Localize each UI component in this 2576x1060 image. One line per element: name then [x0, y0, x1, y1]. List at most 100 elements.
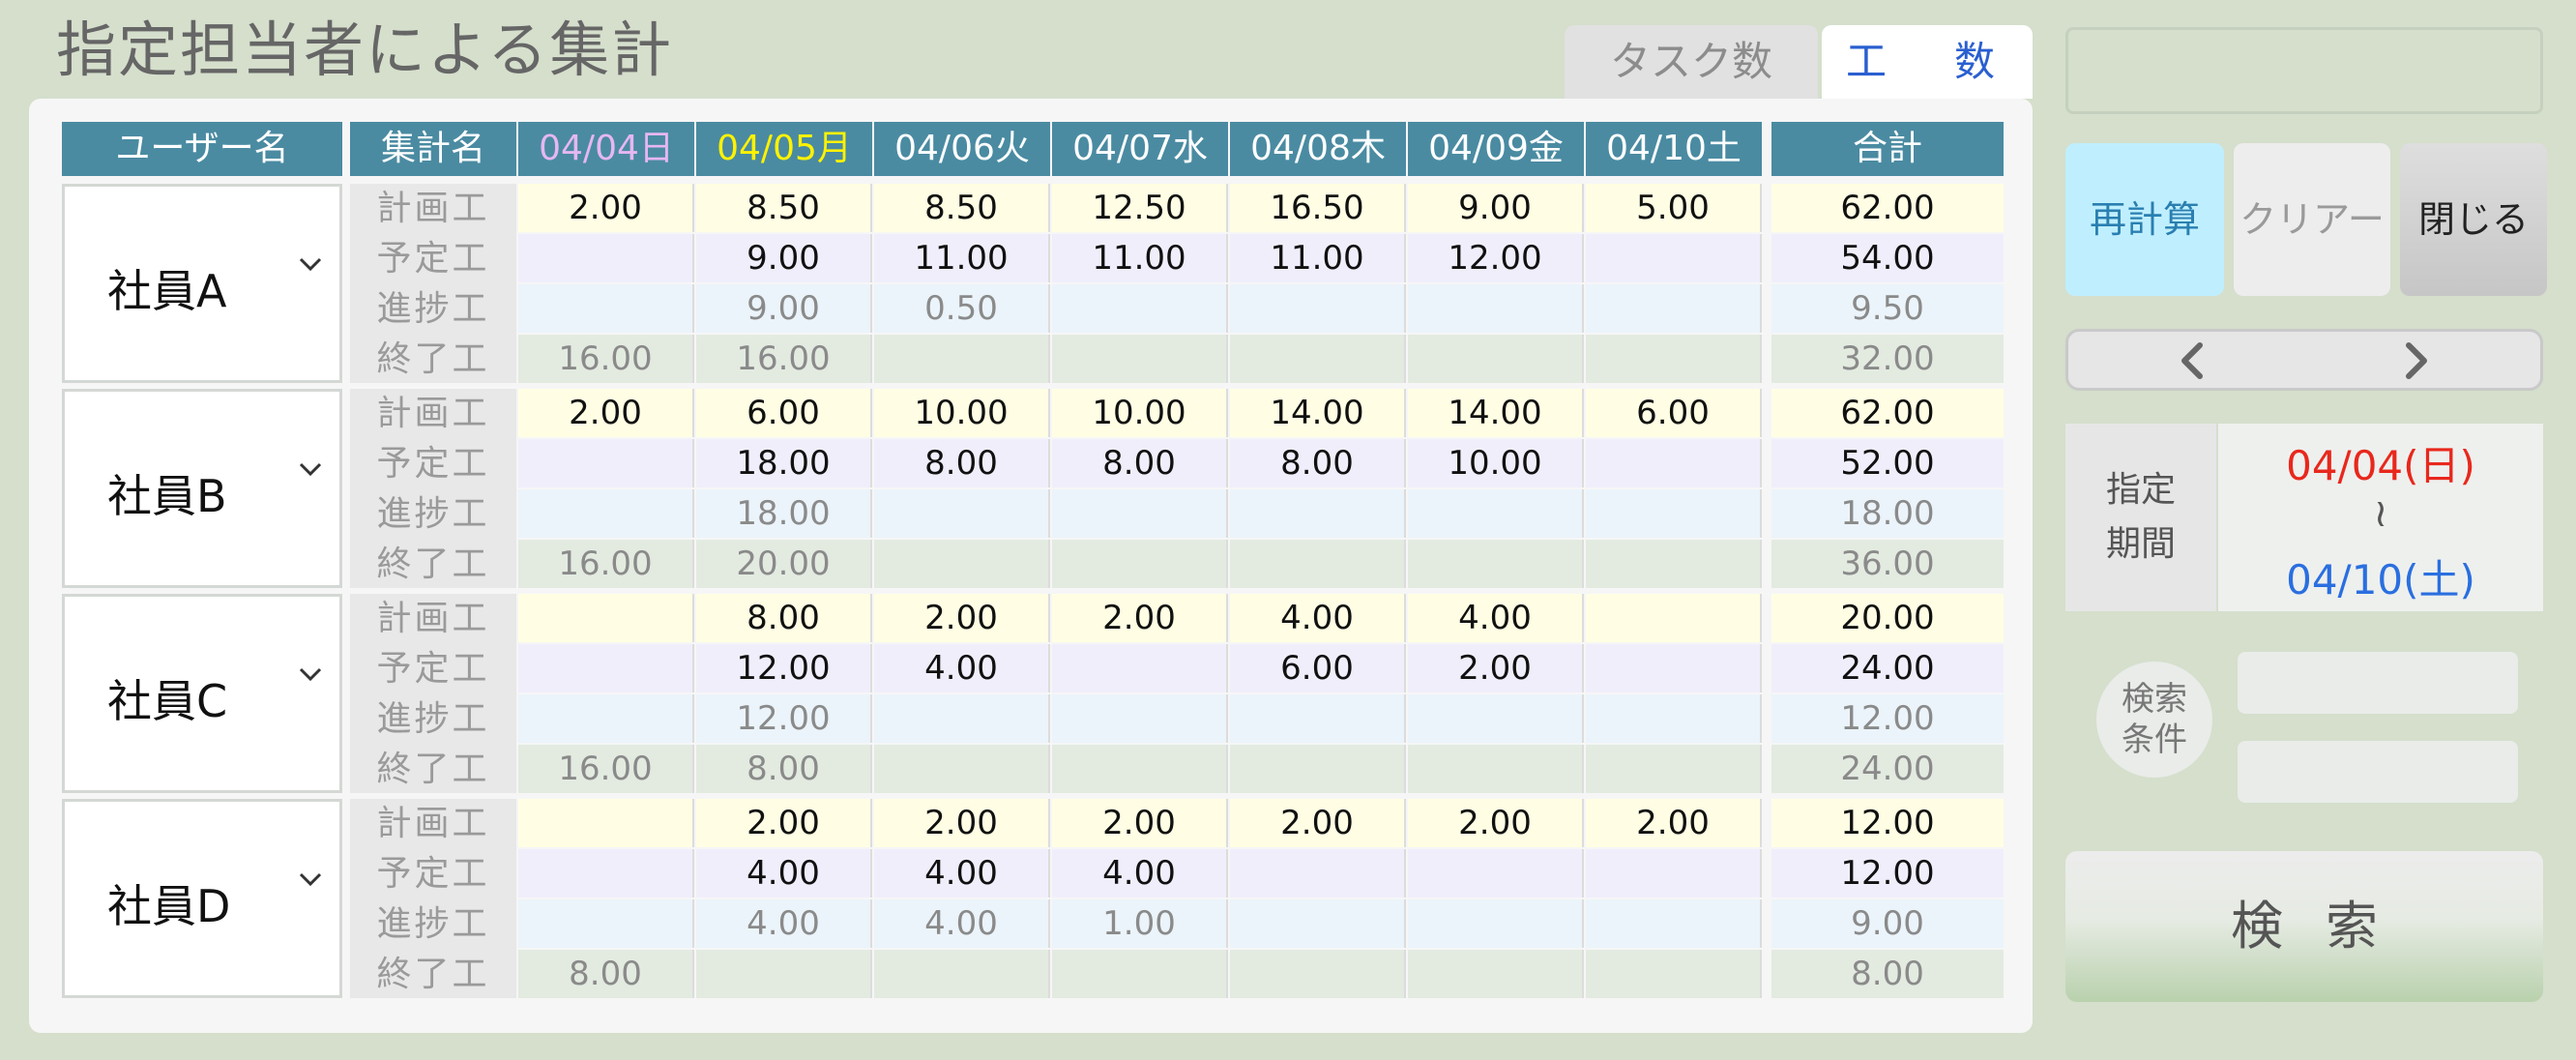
total-cell: 62.00 — [1771, 389, 2004, 437]
table-row: 18.00 18.00 — [518, 489, 2004, 538]
total-cell: 8.00 — [1771, 950, 2004, 998]
user-select[interactable]: 社員A — [62, 184, 342, 383]
value-cell — [1052, 540, 1228, 588]
kind-label: 計画工 — [376, 599, 490, 638]
kind-label: 終了工 — [376, 955, 490, 994]
table-row: 16.00 16.00 32.00 — [518, 335, 2004, 383]
period-end: 04/10(土) — [2286, 556, 2475, 604]
value-cell — [874, 745, 1050, 793]
tab-man-hours[interactable]: 工 数 — [1822, 25, 2033, 99]
user-name: 社員D — [107, 880, 231, 932]
value-cell: 4.00 — [874, 899, 1050, 948]
table-row: 9.00 0.50 9.50 — [518, 284, 2004, 333]
value-cell: 18.00 — [696, 489, 872, 538]
value-cell: 4.00 — [874, 644, 1050, 692]
value-cell — [1586, 899, 1762, 948]
chevron-down-icon[interactable] — [297, 456, 324, 483]
total-cell: 36.00 — [1771, 540, 2004, 588]
chevron-down-icon[interactable] — [297, 661, 324, 688]
value-cell: 9.00 — [696, 234, 872, 282]
value-cell: 10.00 — [1408, 439, 1584, 487]
value-cell — [1052, 284, 1228, 333]
value-cell: 6.00 — [1230, 644, 1406, 692]
value-cell: 4.00 — [1408, 594, 1584, 642]
value-cell: 14.00 — [1230, 389, 1406, 437]
total-cell: 12.00 — [1771, 694, 2004, 743]
kind-label: 予定工 — [376, 854, 490, 894]
value-cell — [1586, 594, 1762, 642]
table-row: 12.00 12.00 — [518, 694, 2004, 743]
value-cell — [1408, 489, 1584, 538]
user-group: 社員D 計画工 予定工 進捗工 終了工 2.00 2.00 2.00 2.00 2.00 2.00 1… — [62, 799, 2004, 998]
value-cell — [1230, 899, 1406, 948]
search-condition-field-1[interactable] — [2238, 652, 2518, 714]
value-cell: 6.00 — [1586, 389, 1762, 437]
table-row: 4.00 4.00 4.00 12.00 — [518, 849, 2004, 898]
value-cell — [874, 335, 1050, 383]
kind-label: 進捗工 — [376, 904, 490, 944]
total-cell: 24.00 — [1771, 644, 2004, 692]
value-cell — [1408, 950, 1584, 998]
value-cell: 2.00 — [518, 389, 694, 437]
user-select[interactable]: 社員C — [62, 594, 342, 793]
value-cell: 0.50 — [874, 284, 1050, 333]
search-button[interactable]: 検索 — [2065, 851, 2543, 1002]
value-cell: 16.00 — [696, 335, 872, 383]
header-date: 04/10土 — [1586, 122, 1762, 176]
period-nav — [2065, 329, 2543, 391]
chevron-left-icon[interactable] — [2169, 338, 2215, 384]
kind-label: 計画工 — [376, 804, 490, 843]
total-cell: 32.00 — [1771, 335, 2004, 383]
header-kind: 集計名 — [350, 122, 516, 176]
value-cell — [874, 694, 1050, 743]
chevron-down-icon[interactable] — [297, 866, 324, 893]
period-start: 04/04(日) — [2286, 442, 2475, 489]
value-cell — [1586, 694, 1762, 743]
total-cell: 54.00 — [1771, 234, 2004, 282]
value-cell: 2.00 — [518, 184, 694, 232]
header-date: 04/06火 — [874, 122, 1050, 176]
total-cell: 12.00 — [1771, 849, 2004, 898]
kind-column: 計画工 予定工 進捗工 終了工 — [350, 184, 516, 383]
table-row: 8.00 2.00 2.00 4.00 4.00 20.00 — [518, 594, 2004, 642]
value-cell — [1408, 849, 1584, 898]
value-cell: 2.00 — [1408, 644, 1584, 692]
value-cell: 20.00 — [696, 540, 872, 588]
value-cell: 4.00 — [1052, 849, 1228, 898]
kind-label: 進捗工 — [376, 494, 490, 534]
value-cell — [1586, 234, 1762, 282]
value-cell: 2.00 — [696, 799, 872, 847]
total-cell: 9.50 — [1771, 284, 2004, 333]
value-cell: 8.00 — [696, 745, 872, 793]
value-cell — [1408, 284, 1584, 333]
total-cell: 62.00 — [1771, 184, 2004, 232]
value-cell: 2.00 — [874, 799, 1050, 847]
value-cell — [1052, 644, 1228, 692]
clear-button[interactable]: クリアー — [2234, 143, 2390, 296]
value-cell: 14.00 — [1408, 389, 1584, 437]
value-cell — [518, 594, 694, 642]
header-date: 04/04日 — [518, 122, 694, 176]
close-button[interactable]: 閉じる — [2400, 143, 2547, 296]
value-cell — [518, 899, 694, 948]
user-select[interactable]: 社員B — [62, 389, 342, 588]
kind-label: 終了工 — [376, 339, 490, 379]
total-cell: 9.00 — [1771, 899, 2004, 948]
user-select[interactable]: 社員D — [62, 799, 342, 998]
kind-label: 計画工 — [376, 394, 490, 433]
value-cell: 4.00 — [696, 849, 872, 898]
tab-task-count[interactable]: タスク数 — [1565, 25, 1818, 99]
value-cell — [1052, 694, 1228, 743]
value-cell: 2.00 — [1586, 799, 1762, 847]
value-cell — [1586, 489, 1762, 538]
kind-label: 進捗工 — [376, 699, 490, 739]
user-name: 社員B — [107, 470, 227, 522]
value-cell — [1408, 335, 1584, 383]
value-cell: 9.00 — [1408, 184, 1584, 232]
user-group: 社員A 計画工 予定工 進捗工 終了工 2.00 8.50 8.50 12.50 16.50 9.0… — [62, 184, 2004, 383]
search-condition-field-2[interactable] — [2238, 741, 2518, 803]
chevron-right-icon[interactable] — [2393, 338, 2440, 384]
table-row: 2.00 6.00 10.00 10.00 14.00 14.00 6.00 62.00 — [518, 389, 2004, 437]
chevron-down-icon[interactable] — [297, 250, 324, 278]
recalc-button[interactable]: 再計算 — [2065, 143, 2224, 296]
